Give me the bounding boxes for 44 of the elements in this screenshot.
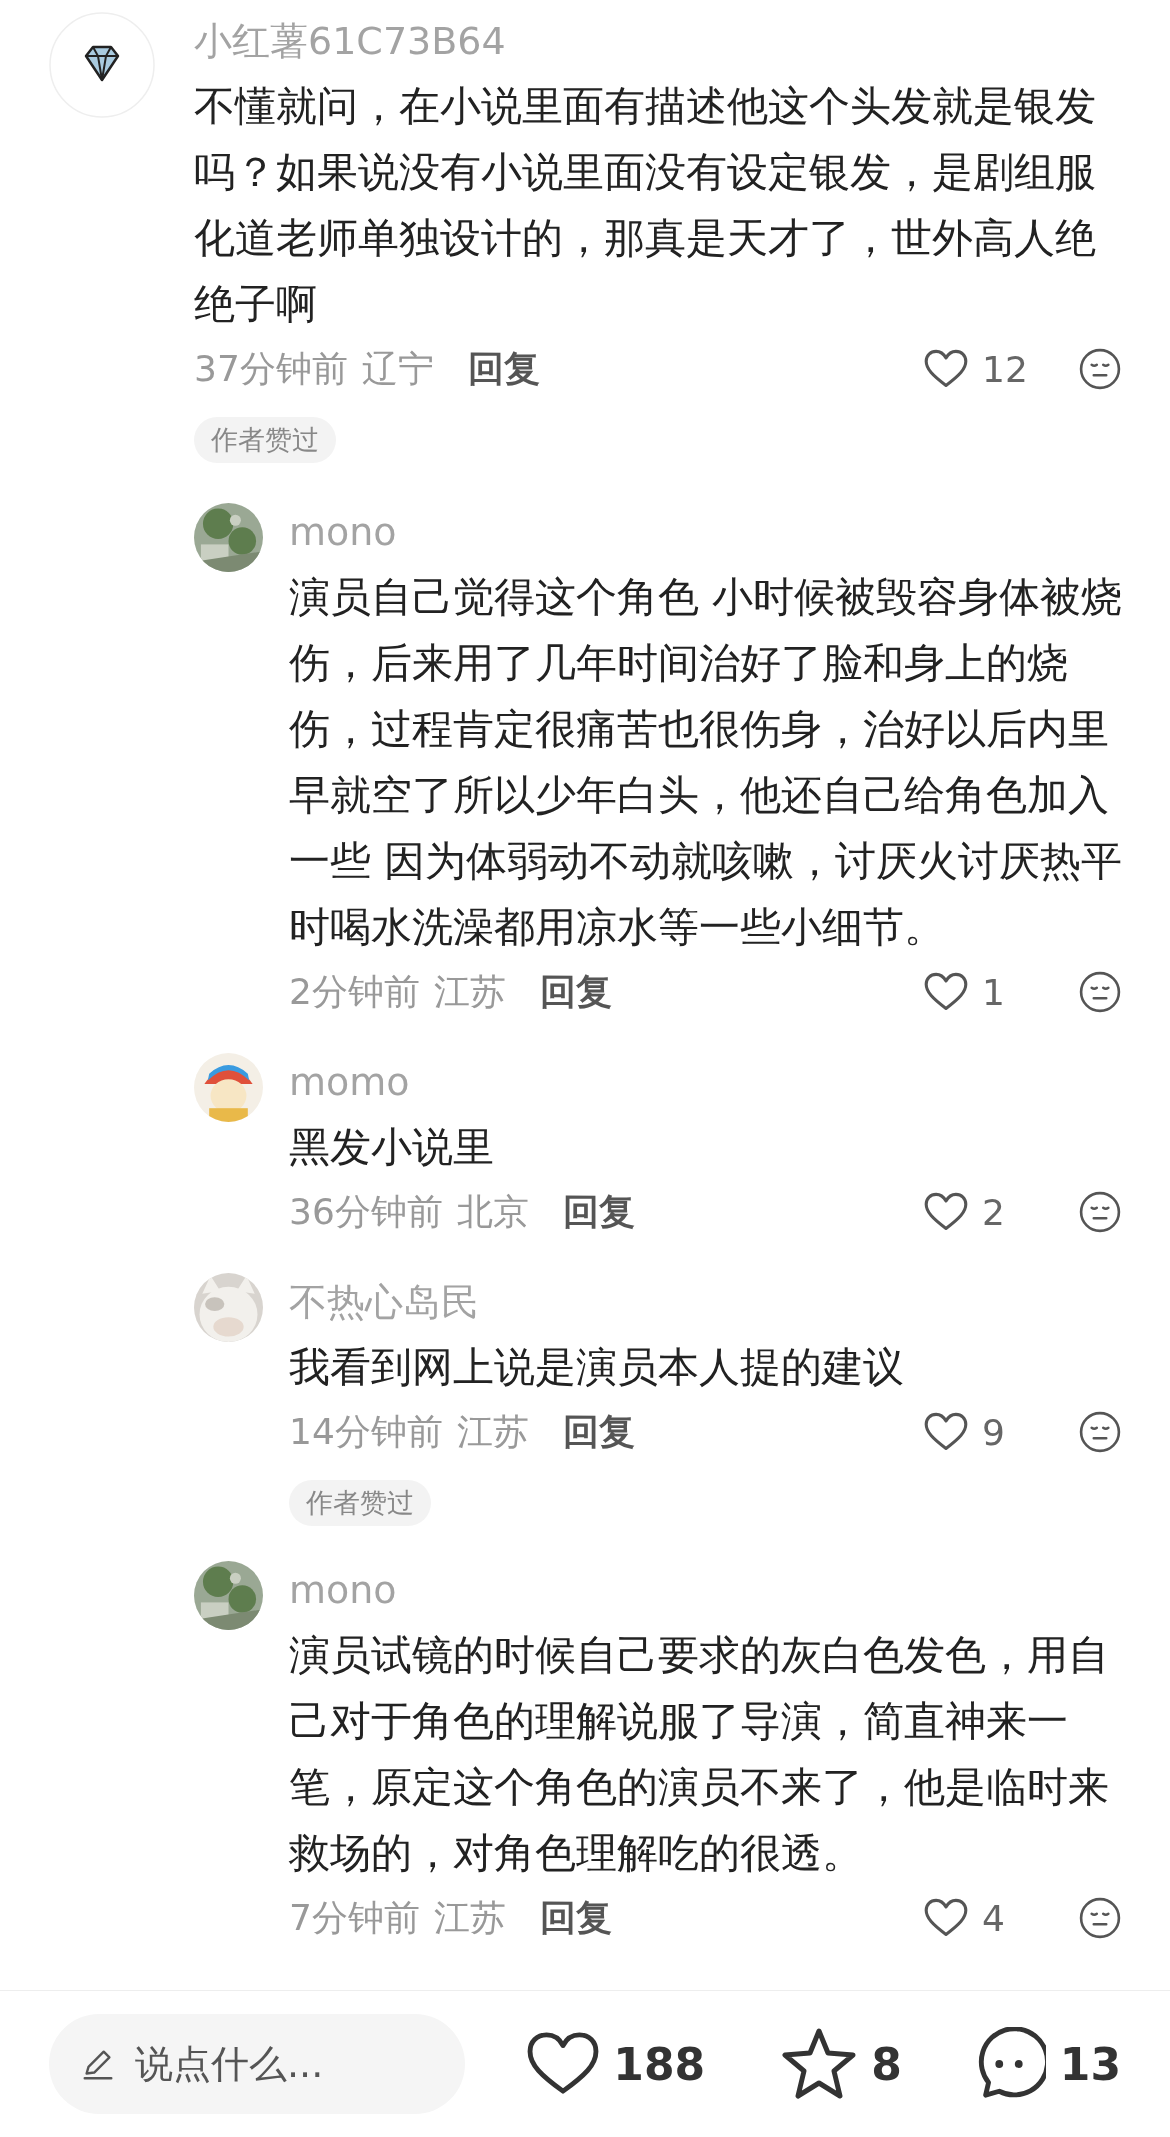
face-icon[interactable] [1079,1897,1121,1939]
like-count: 12 [982,348,1028,390]
comment-text: 黑发小说里 [289,1122,495,1173]
like-count: 1 [982,971,1005,1013]
comment-text: 演员试镜的时候自己要求的灰白色发色，用自己对于角色的理解说服了导演，简直神来一笔，原定这个角色的演员不来了，他是临时来救场的，对角色理解吃的很透。 [289,1630,1110,1879]
like-count: 9 [982,1411,1005,1453]
comment-location: 江苏 [456,1409,529,1454]
heart-icon[interactable] [527,2032,600,2096]
comment-count: 13 [1059,2038,1121,2090]
reply-link[interactable]: 回复 [562,1187,635,1237]
star-icon[interactable] [781,2027,858,2101]
face-icon[interactable] [1079,1411,1121,1453]
comment-time: 2分钟前 [289,969,420,1014]
heart-icon[interactable] [924,972,968,1012]
author-liked-badge: 作者赞过 [289,1480,431,1526]
heart-icon[interactable] [924,1192,968,1232]
comment-text: 不懂就问，在小说里面有描述他这个头发就是银发吗？如果说没有小说里面没有设定银发，是剧组服化道老师单独设计的，那真是天才了，世外高人绝绝子啊 [194,81,1097,330]
comment-time: 36分钟前 [289,1189,443,1234]
like-count: 2 [982,1191,1005,1233]
heart-icon[interactable] [924,1898,968,1938]
heart-icon[interactable] [924,1412,968,1452]
face-icon[interactable] [1079,1191,1121,1233]
favorite-count: 8 [871,2038,902,2090]
face-icon[interactable] [1079,971,1121,1013]
comment-input-field[interactable]: 说点什么... [49,2014,466,2114]
reply-link[interactable]: 回复 [562,1407,635,1457]
comment-location: 辽宁 [361,346,434,391]
reply-link[interactable]: 回复 [467,344,540,394]
reply-link[interactable]: 回复 [539,1893,612,1943]
diamond-avatar-icon[interactable] [49,12,155,118]
comment-location: 江苏 [433,969,506,1014]
face-icon[interactable] [1079,348,1121,390]
like-count: 4 [982,1897,1005,1939]
author-liked-badge: 作者赞过 [194,417,336,463]
reply-link[interactable]: 回复 [539,967,612,1017]
comment-time: 14分钟前 [289,1409,443,1454]
like-count: 188 [613,2038,706,2090]
comment-text: 演员自己觉得这个角色 小时候被毁容身体被烧伤，后来用了几年时间治好了脸和身上的烧伤，过程肯定很痛苦也很伤身，治好以后内里早就空了所以少年白头，他还自己给角色加入一些 因为体弱动不动就咳嗽，讨厌火讨厌热平时喝水洗澡都用凉水等一些小细节。 [289,572,1124,953]
comment-text: 我看到网上说是演员本人提的建议 [289,1342,905,1393]
comment-time: 7分钟前 [289,1895,420,1940]
heart-icon[interactable] [924,349,968,389]
comment-location: 江苏 [433,1895,506,1940]
comment-location: 北京 [456,1189,529,1234]
comment-time: 37分钟前 [194,346,348,391]
